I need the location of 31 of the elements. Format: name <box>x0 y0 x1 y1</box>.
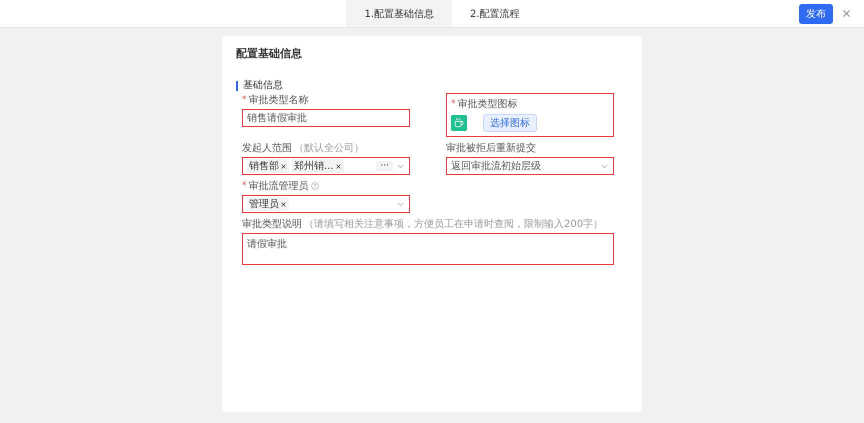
remove-icon[interactable] <box>280 162 287 170</box>
section-title: 基础信息 <box>236 81 628 91</box>
selected-tag: 郑州销... <box>292 159 344 173</box>
step-tab[interactable]: 2.配置流程 <box>452 0 538 27</box>
field-label: 发起人范围 <box>242 142 292 155</box>
input-field[interactable]: 销售请假审批 <box>242 109 410 127</box>
select-field[interactable]: 销售部 郑州销... ··· <box>242 157 410 175</box>
remove-icon[interactable] <box>334 162 342 170</box>
cup-icon <box>451 115 467 131</box>
field-label: 审批流管理员 <box>248 180 308 193</box>
publish-button[interactable]: 发布 <box>799 4 833 24</box>
choose-icon-button[interactable]: 选择图标 <box>483 114 537 132</box>
field-label: 审批类型名称 <box>248 94 308 107</box>
more-tag[interactable]: ··· <box>376 161 393 171</box>
step-tab[interactable]: 1.配置基础信息 <box>346 0 452 27</box>
card-title: 配置基础信息 <box>236 46 303 61</box>
selected-tag: 销售部 <box>247 159 289 173</box>
selected-tag: 管理员 <box>247 197 289 211</box>
select-field[interactable]: 返回审批流初始层级 <box>446 157 614 175</box>
close-icon[interactable] <box>841 8 852 19</box>
field-hint: （默认全公司） <box>294 142 364 155</box>
required-mark: * <box>451 99 456 109</box>
required-mark: * <box>242 95 246 105</box>
field-label: 审批类型图标 <box>458 98 518 111</box>
remove-icon[interactable] <box>280 200 287 208</box>
required-mark: * <box>242 181 246 191</box>
field-label: 审批被拒后重新提交 <box>446 142 536 155</box>
field-hint: （请填写相关注意事项，方便员工在申请时查阅，限制输入200字） <box>304 218 604 231</box>
field-label: 审批类型说明 <box>242 218 302 231</box>
select-field[interactable]: 管理员 <box>242 195 410 213</box>
textarea-field[interactable]: 请假审批 <box>242 233 614 265</box>
